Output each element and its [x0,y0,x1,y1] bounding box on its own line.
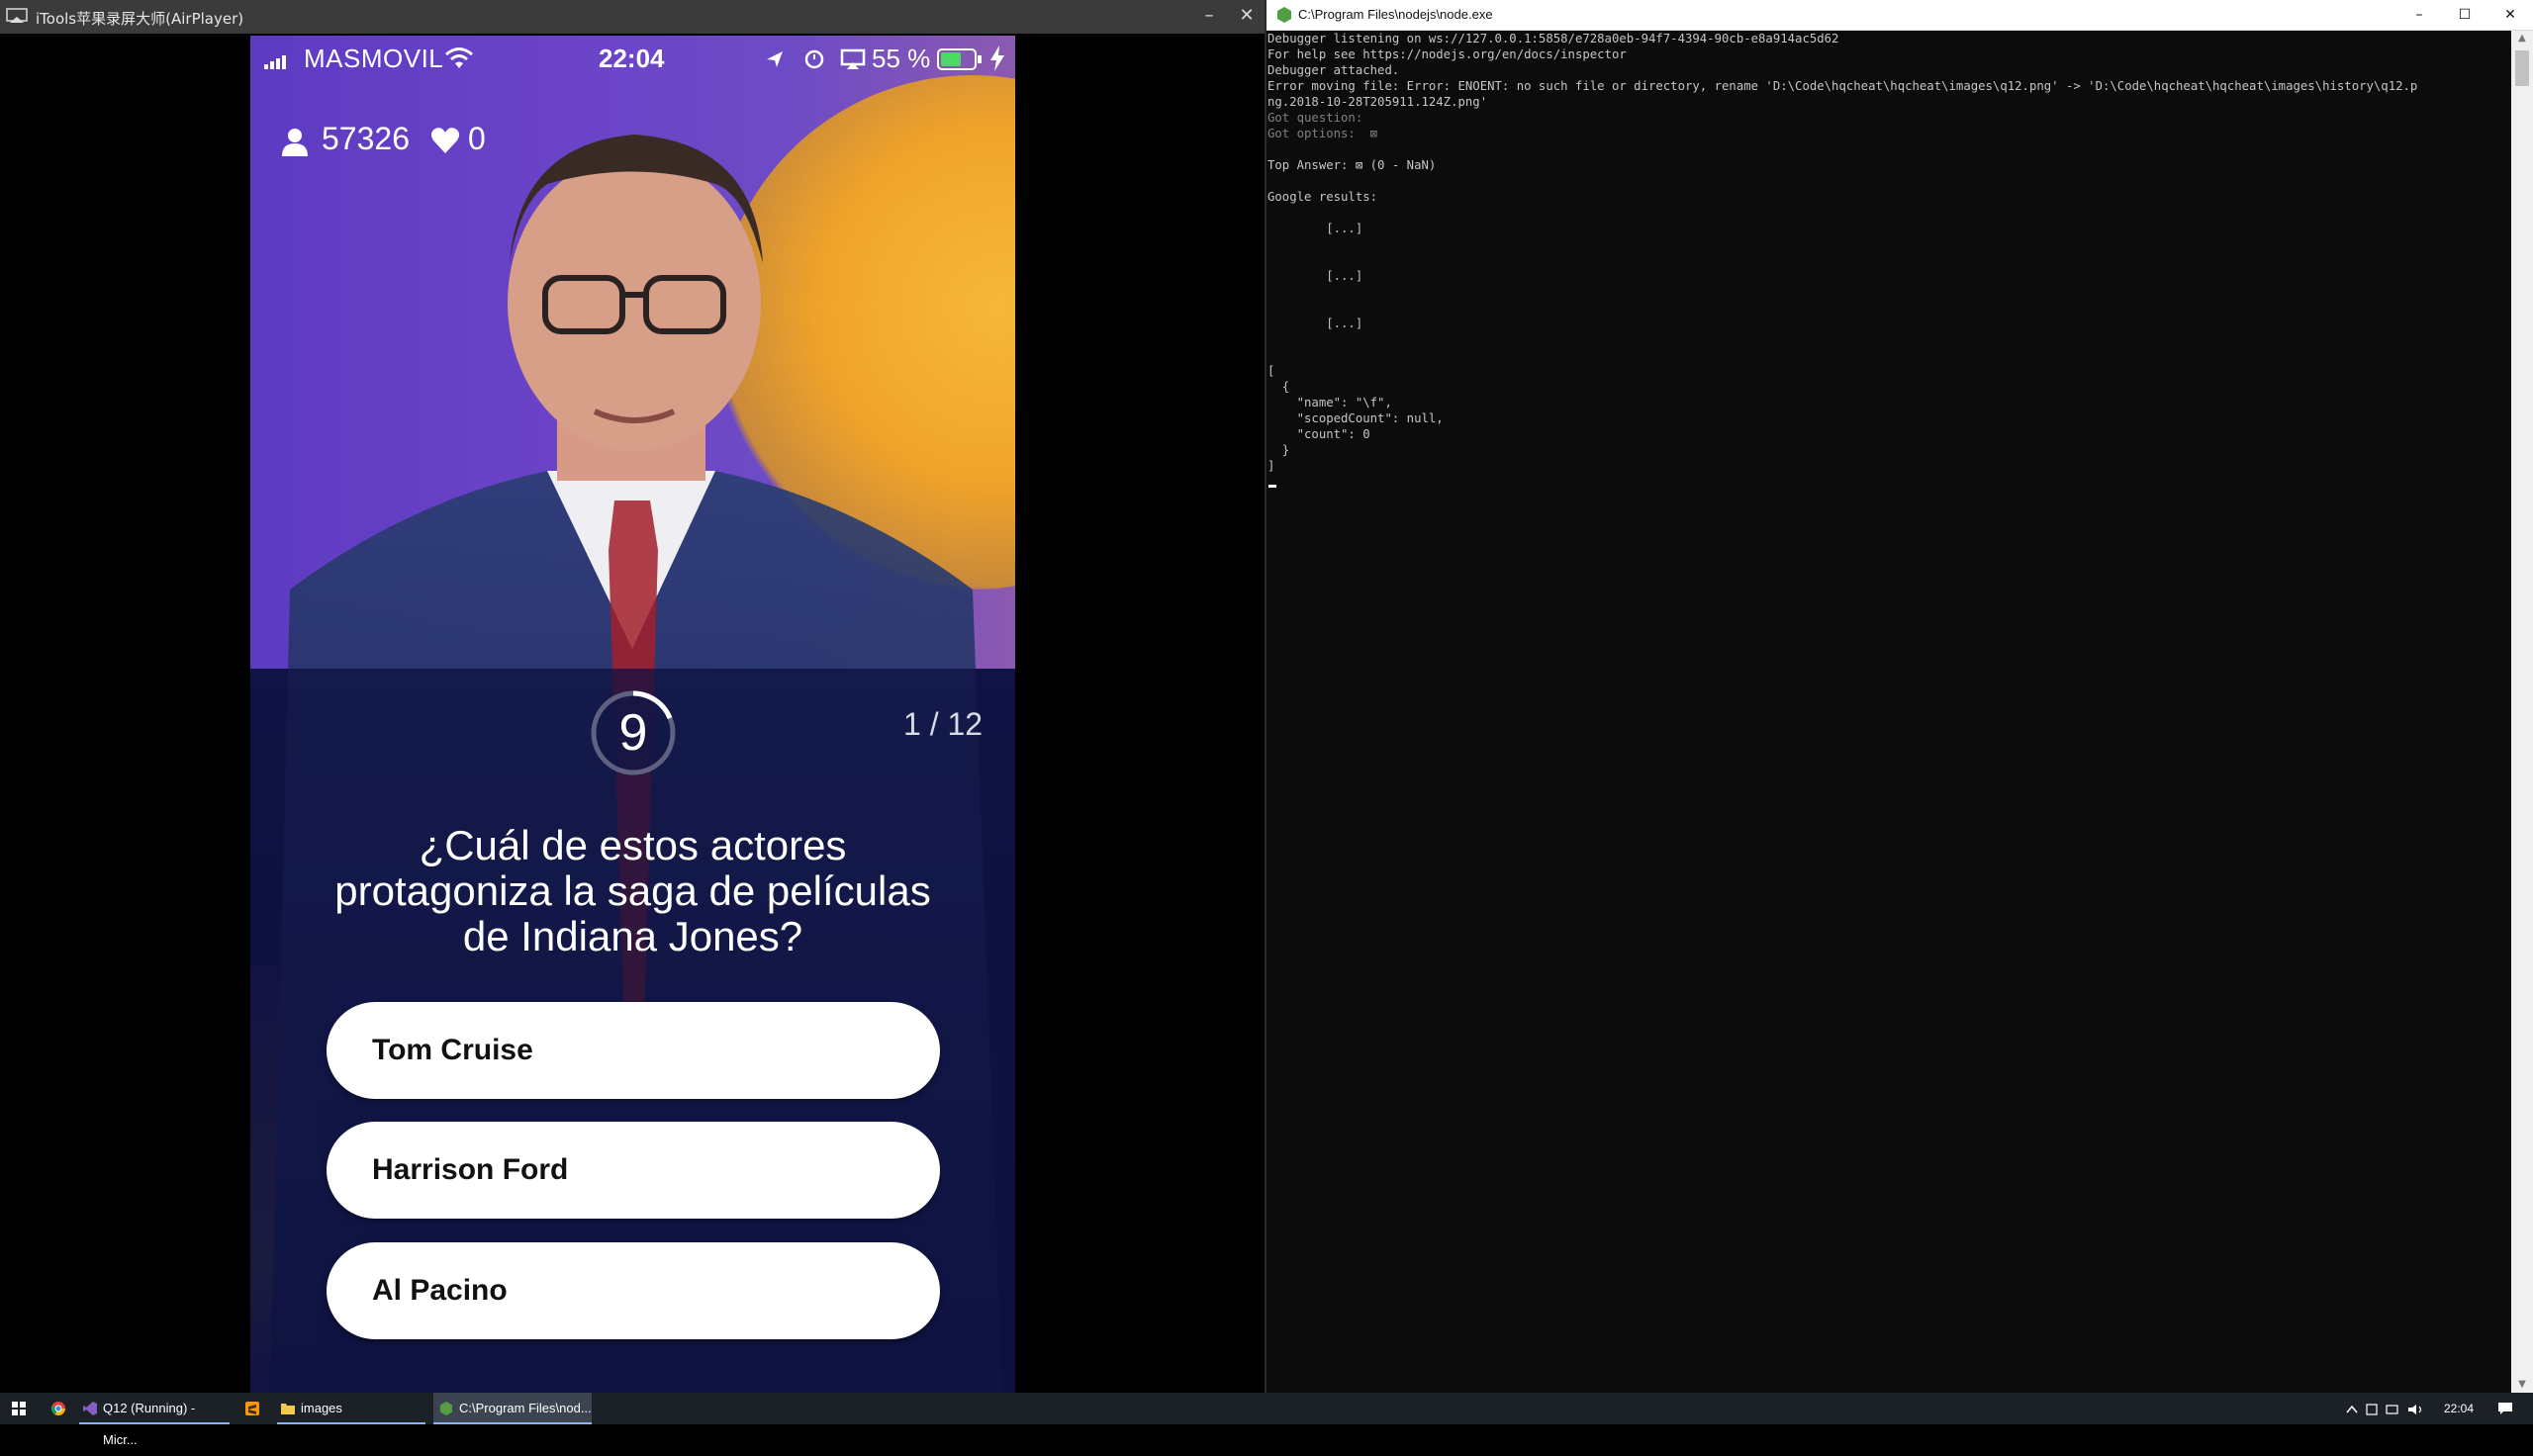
phone-screen[interactable]: MASMOVIL 22:04 55 % 57326 0 9 1 / 12 ¿Cu… [250,36,1015,1393]
console-line: ng.2018-10-28T205911.124Z.png' [1267,95,1488,109]
wifi-icon [445,47,473,68]
console-cursor [1268,485,1276,488]
lives-count: 0 [468,121,486,156]
question-text: ¿Cuál de estos actores protagoniza la sa… [334,822,931,959]
close-button[interactable]: ✕ [1229,2,1265,30]
console-line: [...] [1267,269,1363,283]
question-counter: 1 / 12 [903,706,984,742]
console-line: } [1267,443,1290,457]
airplayer-window: iTools苹果录屏大师(AirPlayer) – ✕ MASMOVIL 22:… [0,0,1265,1393]
answer-option-3[interactable]: Al Pacino [327,1242,940,1339]
taskbar-label: images [301,1401,342,1415]
minimize-button[interactable]: – [1191,2,1227,30]
console-line: Got question: [1267,111,1363,125]
console-line: Debugger listening on ws://127.0.0.1:585… [1267,32,1839,46]
console-line: [ [1267,364,1275,378]
screen-cast-icon [6,8,28,23]
countdown-timer: 9 [589,688,678,777]
nodejs-icon [1277,7,1291,23]
console-titlebar[interactable]: C:\Program Files\nodejs\node.exe – ☐ ✕ [1266,0,2533,31]
console-window: C:\Program Files\nodejs\node.exe – ☐ ✕ D… [1266,0,2533,1393]
console-line: Google results: [1267,190,1378,204]
taskbar-label: Q12 (Running) - Micr... [103,1401,196,1447]
airplayer-titlebar[interactable]: iTools苹果录屏大师(AirPlayer) – ✕ [0,0,1265,34]
taskbar-visual-studio[interactable]: Q12 (Running) - Micr... [79,1393,230,1447]
carrier-name: MASMOVIL [304,44,444,73]
nodejs-icon [440,1402,452,1415]
ios-status-bar: MASMOVIL 22:04 55 % [250,36,1015,85]
taskbar-node-console[interactable]: C:\Program Files\nod... [433,1393,592,1424]
minimize-button[interactable]: – [2396,0,2442,30]
chrome-icon [51,1402,65,1415]
battery-icon [937,48,982,70]
taskbar-clock[interactable]: 22:04 [2444,1393,2474,1424]
console-line: [...] [1267,222,1363,235]
user-icon [282,129,308,156]
sublime-text-icon [245,1402,259,1415]
cellular-signal-icon [264,55,286,69]
battery-percent: 55 % [872,44,931,73]
timer-value: 9 [618,704,648,762]
console-line: Debugger attached. [1267,63,1400,77]
console-line: "scopedCount": null, [1267,411,1444,425]
airplayer-title: iTools苹果录屏大师(AirPlayer) [36,10,244,28]
console-output[interactable]: Debugger listening on ws://127.0.0.1:585… [1267,31,2508,1386]
console-line: Error moving file: Error: ENOENT: no suc… [1267,79,2418,93]
console-line: "name": "\f", [1267,396,1392,410]
taskbar-sublime[interactable] [241,1393,263,1424]
console-scrollbar[interactable]: ▲ ▼ [2511,31,2533,1393]
visual-studio-icon [83,1402,97,1415]
scroll-thumb[interactable] [2515,50,2529,86]
answer-option-2[interactable]: Harrison Ford [327,1122,940,1219]
maximize-button[interactable]: ☐ [2442,0,2487,30]
console-title: C:\Program Files\nodejs\node.exe [1298,7,1493,22]
answer-label: Harrison Ford [372,1153,569,1186]
taskbar-explorer-images[interactable]: images [277,1393,425,1424]
viewer-count: 57326 [322,121,410,156]
console-line: "count": 0 [1267,427,1370,441]
tray-icons[interactable] [2345,1403,2434,1416]
console-line: Got options: ⊠ [1267,127,1378,140]
console-line: [...] [1267,317,1363,330]
answer-label: Al Pacino [372,1274,508,1307]
taskbar-label: C:\Program Files\nod... [459,1401,592,1415]
answer-label: Tom Cruise [372,1034,533,1066]
answer-option-1[interactable]: Tom Cruise [327,1002,940,1099]
console-line: { [1267,380,1290,394]
close-button[interactable]: ✕ [2487,0,2533,30]
status-time: 22:04 [599,44,665,73]
console-line: For help see https://nodejs.org/en/docs/… [1267,47,1627,61]
windows-taskbar: Q12 (Running) - Micr... images C:\Progra… [0,1393,2533,1447]
start-button[interactable] [6,1393,36,1424]
system-tray: 22:04 [2345,1393,2533,1424]
heart-icon [430,128,460,153]
taskbar-chrome[interactable] [47,1393,69,1424]
scroll-down-icon[interactable]: ▼ [2511,1377,2533,1393]
windows-logo-icon [12,1402,26,1415]
console-line: Top Answer: ⊠ (0 - NaN) [1267,158,1437,172]
scroll-up-icon[interactable]: ▲ [2511,31,2533,46]
folder-icon [281,1404,295,1414]
notification-icon[interactable] [2497,1402,2513,1415]
location-alarm-airplay-icons [767,48,866,69]
console-line: ] [1267,459,1275,473]
charging-bolt-icon [990,46,1004,71]
